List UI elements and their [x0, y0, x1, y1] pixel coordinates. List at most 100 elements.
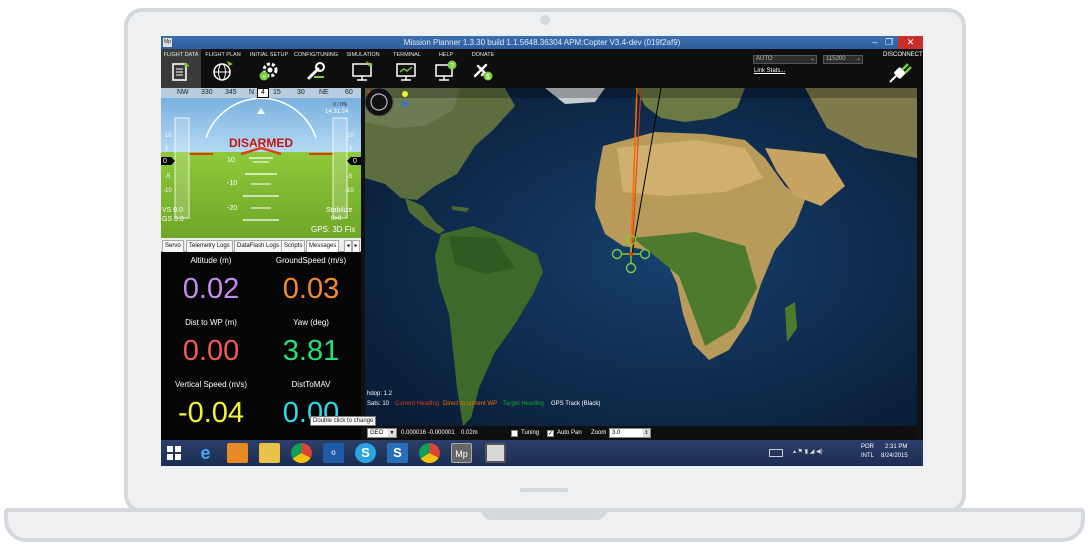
- windows-taskbar: e o S S Mp ▴ ⚑ ▮ ◢ ◀) POR INTL 2:31 PM 8…: [161, 440, 923, 466]
- right-scale-value: 0: [353, 158, 357, 165]
- disconnect-label[interactable]: DISCONNECT: [883, 52, 923, 58]
- keyboard-icon[interactable]: [769, 449, 783, 457]
- tab-terminal[interactable]: TERMINAL: [387, 49, 427, 88]
- laptop-hinge: [520, 488, 568, 492]
- outlook-icon[interactable]: o: [323, 443, 344, 463]
- port-select-value: AUTO: [756, 56, 773, 62]
- left-scale-label: 5: [165, 146, 169, 152]
- compass-label: NE: [319, 89, 329, 96]
- quick-label: Altitude (m): [190, 256, 232, 265]
- legend-target-heading: Target Heading: [503, 401, 544, 407]
- hud-ground-speed: GS 0.0: [162, 216, 184, 223]
- quick-value-altitude[interactable]: 0.02: [161, 274, 261, 304]
- map-hdop: hdop: 1.2: [367, 391, 393, 397]
- skype-business-icon[interactable]: S: [387, 443, 408, 463]
- satellite-map: [365, 88, 917, 426]
- tuning-checkbox[interactable]: [511, 430, 518, 437]
- title-bar: Mp Mission Planner 1.3.30 build 1.1.5648…: [161, 36, 923, 49]
- skype-icon[interactable]: S: [355, 443, 376, 463]
- left-scale-label: -5: [165, 174, 171, 180]
- compass-label: 345: [225, 89, 237, 96]
- tab-flight-data[interactable]: FLIGHT DATA: [161, 49, 201, 88]
- autopan-checkbox[interactable]: ✓: [547, 430, 554, 437]
- help-monitor-icon: ?: [435, 60, 457, 81]
- tab-label: FLIGHT DATA: [163, 52, 199, 58]
- tab-telemetry-logs[interactable]: Telemetry Logs: [186, 240, 233, 252]
- tray-language[interactable]: POR: [861, 444, 874, 450]
- tab-servo[interactable]: Servo: [162, 240, 184, 252]
- tab-label: DONATE: [471, 52, 495, 58]
- left-scale-value: 0: [163, 158, 167, 165]
- quick-label: GroundSpeed (m/s): [275, 256, 347, 265]
- pitch-label: -20: [227, 205, 238, 212]
- tray-layout[interactable]: INTL: [861, 453, 874, 459]
- tab-scroll-right-icon[interactable]: ▸: [352, 240, 360, 252]
- tab-label: FLIGHT PLAN: [205, 52, 241, 58]
- file-explorer-icon[interactable]: [259, 443, 280, 463]
- port-select[interactable]: AUTO ⌄: [753, 55, 817, 64]
- compass-label: N: [249, 89, 255, 96]
- tab-label: HELP: [438, 52, 454, 58]
- hud-vertical-speed: VS 0.0: [162, 207, 184, 214]
- tab-scripts[interactable]: Scripts: [281, 240, 306, 252]
- tab-messages[interactable]: Messages: [306, 240, 340, 252]
- tray-time[interactable]: 2:31 PM: [885, 444, 907, 450]
- legend-gps-track: GPS Track (Black): [551, 401, 601, 407]
- compass-label: NW: [177, 89, 189, 96]
- left-scale-label: -10: [163, 188, 172, 194]
- svg-text:+: +: [262, 74, 266, 81]
- zoom-stepper-icon[interactable]: ⇕: [643, 429, 650, 437]
- chrome-icon[interactable]: [419, 443, 440, 463]
- tab-help[interactable]: HELP ?: [429, 49, 463, 88]
- right-scale-label: 10: [347, 133, 354, 139]
- tray-icons[interactable]: ▴ ⚑ ▮ ◢ ◀): [793, 448, 823, 455]
- tab-scroll-left-icon[interactable]: ◂: [344, 240, 352, 252]
- hud-time: 14:31:24: [325, 109, 349, 115]
- tab-dataflash-logs[interactable]: DataFlash Logs: [234, 240, 283, 252]
- close-button[interactable]: ✕: [898, 36, 923, 49]
- tab-config-tuning[interactable]: CONFIG/TUNING: [293, 49, 339, 88]
- windows-start-icon[interactable]: [167, 446, 181, 460]
- disconnect-plug-icon[interactable]: [887, 63, 913, 85]
- link-stats-link[interactable]: Link Stats...: [754, 68, 785, 74]
- compass-label: 60: [345, 89, 353, 96]
- tab-label: CONFIG/TUNING: [294, 52, 338, 58]
- legend-current-heading: Current Heading: [395, 401, 440, 407]
- quick-value-dist-to-wp[interactable]: 0.00: [161, 336, 261, 366]
- map-warning-indicator: ▮: [367, 89, 370, 95]
- quick-value-vertical-speed[interactable]: -0.04: [161, 398, 261, 428]
- zoom-input[interactable]: 3.0 ⇕: [609, 428, 651, 438]
- tray-date[interactable]: 8/24/2015: [881, 453, 908, 459]
- setup-gear-icon: +: [259, 62, 278, 81]
- quick-value-groundspeed[interactable]: 0.03: [261, 274, 361, 304]
- zoom-label: Zoom: [591, 430, 607, 436]
- window-app-icon[interactable]: [485, 443, 506, 463]
- map-altitude: 0.02m: [461, 430, 478, 436]
- tooltip: Double click to change: [310, 416, 377, 426]
- media-player-icon[interactable]: [227, 443, 248, 463]
- quick-label: Dist to WP (m): [185, 318, 237, 327]
- mission-planner-taskbar-icon[interactable]: Mp: [451, 443, 472, 463]
- tab-label: INITIAL SETUP: [249, 52, 289, 58]
- internet-explorer-icon[interactable]: e: [195, 443, 216, 463]
- right-scale-label: -10: [345, 188, 354, 194]
- quick-view-panel: Altitude (m) 0.02 GroundSpeed (m/s) 0.03…: [161, 252, 361, 440]
- hud-battery: 0 / 0%: [333, 102, 348, 108]
- baud-select[interactable]: 115200 ⌄: [823, 55, 863, 64]
- hud-gps-status: GPS: 3D Fix: [311, 225, 356, 234]
- flight-data-icon: [172, 62, 190, 81]
- quick-value-yaw[interactable]: 3.81: [261, 336, 361, 366]
- restore-button[interactable]: ❐: [882, 36, 896, 49]
- minimize-button[interactable]: –: [868, 36, 882, 49]
- tab-donate[interactable]: DONATE $: [463, 49, 503, 88]
- laptop-notch: [480, 508, 608, 520]
- screen: Mp Mission Planner 1.3.30 build 1.1.5648…: [161, 36, 923, 466]
- map-status-bar: GEO ▼ 0.000016 -0.000001 0.02m Tuning ✓ A…: [365, 426, 917, 440]
- chrome-icon[interactable]: [291, 443, 312, 463]
- pitch-label: -10: [227, 180, 238, 187]
- tab-initial-setup[interactable]: INITIAL SETUP +: [246, 49, 292, 88]
- map-view[interactable]: ▮ hdop: 1.2 Sats: 10 Current Heading Dir…: [365, 88, 917, 426]
- tab-flight-plan[interactable]: FLIGHT PLAN: [203, 49, 243, 88]
- coord-mode-select[interactable]: GEO ▼: [367, 428, 397, 438]
- tab-simulation[interactable]: SIMULATION: [343, 49, 383, 88]
